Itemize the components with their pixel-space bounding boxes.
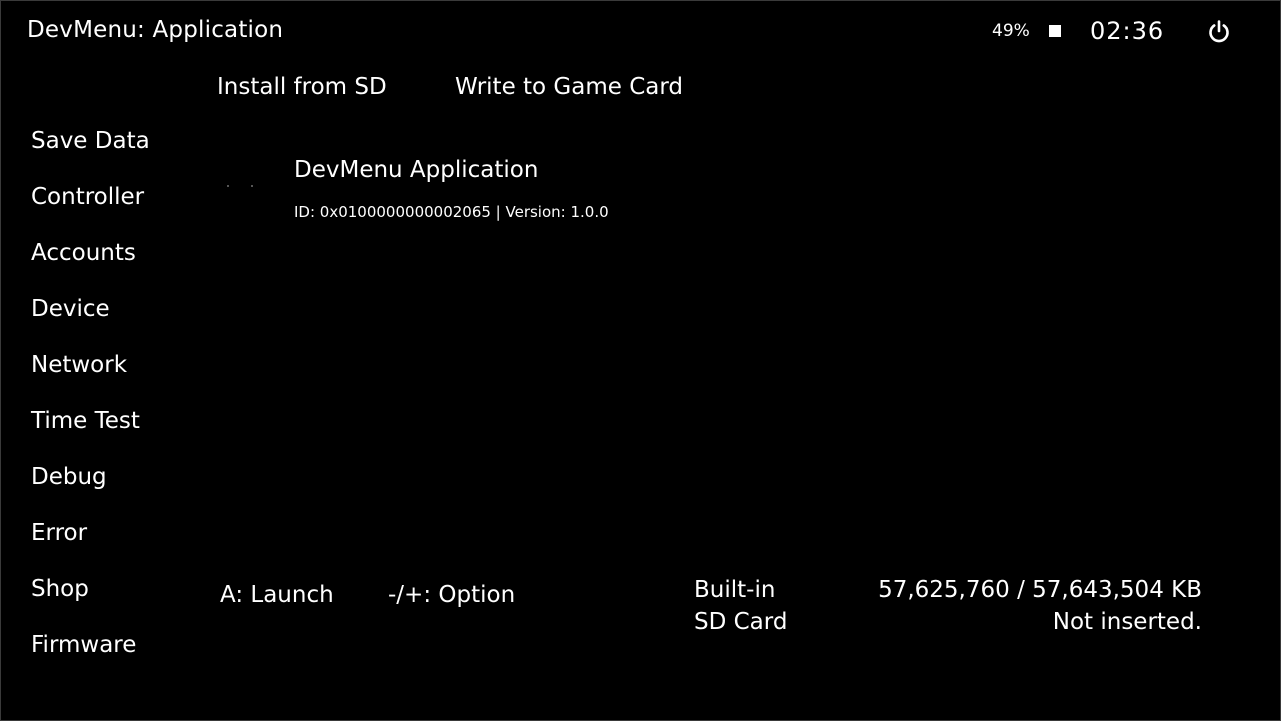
launch-hint: A: Launch <box>220 582 334 608</box>
storage-builtin-label: Built-in <box>694 577 776 603</box>
application-meta: ID: 0x0100000000002065 | Version: 1.0.0 <box>294 203 609 221</box>
battery-icon <box>1049 25 1061 37</box>
sidebar-item-save-data[interactable]: Save Data <box>31 128 150 154</box>
clock: 02:36 <box>1090 17 1165 45</box>
page-title: DevMenu: Application <box>27 17 284 43</box>
storage-sdcard-value: Not inserted. <box>1052 609 1202 635</box>
sidebar-item-debug[interactable]: Debug <box>31 464 107 490</box>
option-hint: -/+: Option <box>388 582 516 608</box>
sidebar-item-shop[interactable]: Shop <box>31 576 89 602</box>
devmenu-screen: DevMenu: Application 49% 02:36 Install f… <box>0 0 1281 721</box>
sidebar-item-error[interactable]: Error <box>31 520 87 546</box>
storage-builtin-value: 57,625,760 / 57,643,504 KB <box>878 577 1202 603</box>
battery-percent: 49% <box>992 21 1030 41</box>
sidebar-item-network[interactable]: Network <box>31 352 127 378</box>
tab-write-to-game-card[interactable]: Write to Game Card <box>455 74 683 100</box>
sidebar-item-device[interactable]: Device <box>31 296 110 322</box>
application-name: DevMenu Application <box>294 157 539 183</box>
sidebar-item-controller[interactable]: Controller <box>31 184 144 210</box>
storage-sdcard-label: SD Card <box>694 609 788 635</box>
sidebar-item-firmware[interactable]: Firmware <box>31 632 136 658</box>
sidebar-item-time-test[interactable]: Time Test <box>31 408 140 434</box>
application-list-item[interactable]: DevMenu Application ID: 0x01000000000020… <box>223 153 723 233</box>
power-icon[interactable] <box>1206 19 1232 45</box>
tab-install-from-sd[interactable]: Install from SD <box>217 74 387 100</box>
sidebar-item-accounts[interactable]: Accounts <box>31 240 136 266</box>
application-icon <box>223 163 263 203</box>
